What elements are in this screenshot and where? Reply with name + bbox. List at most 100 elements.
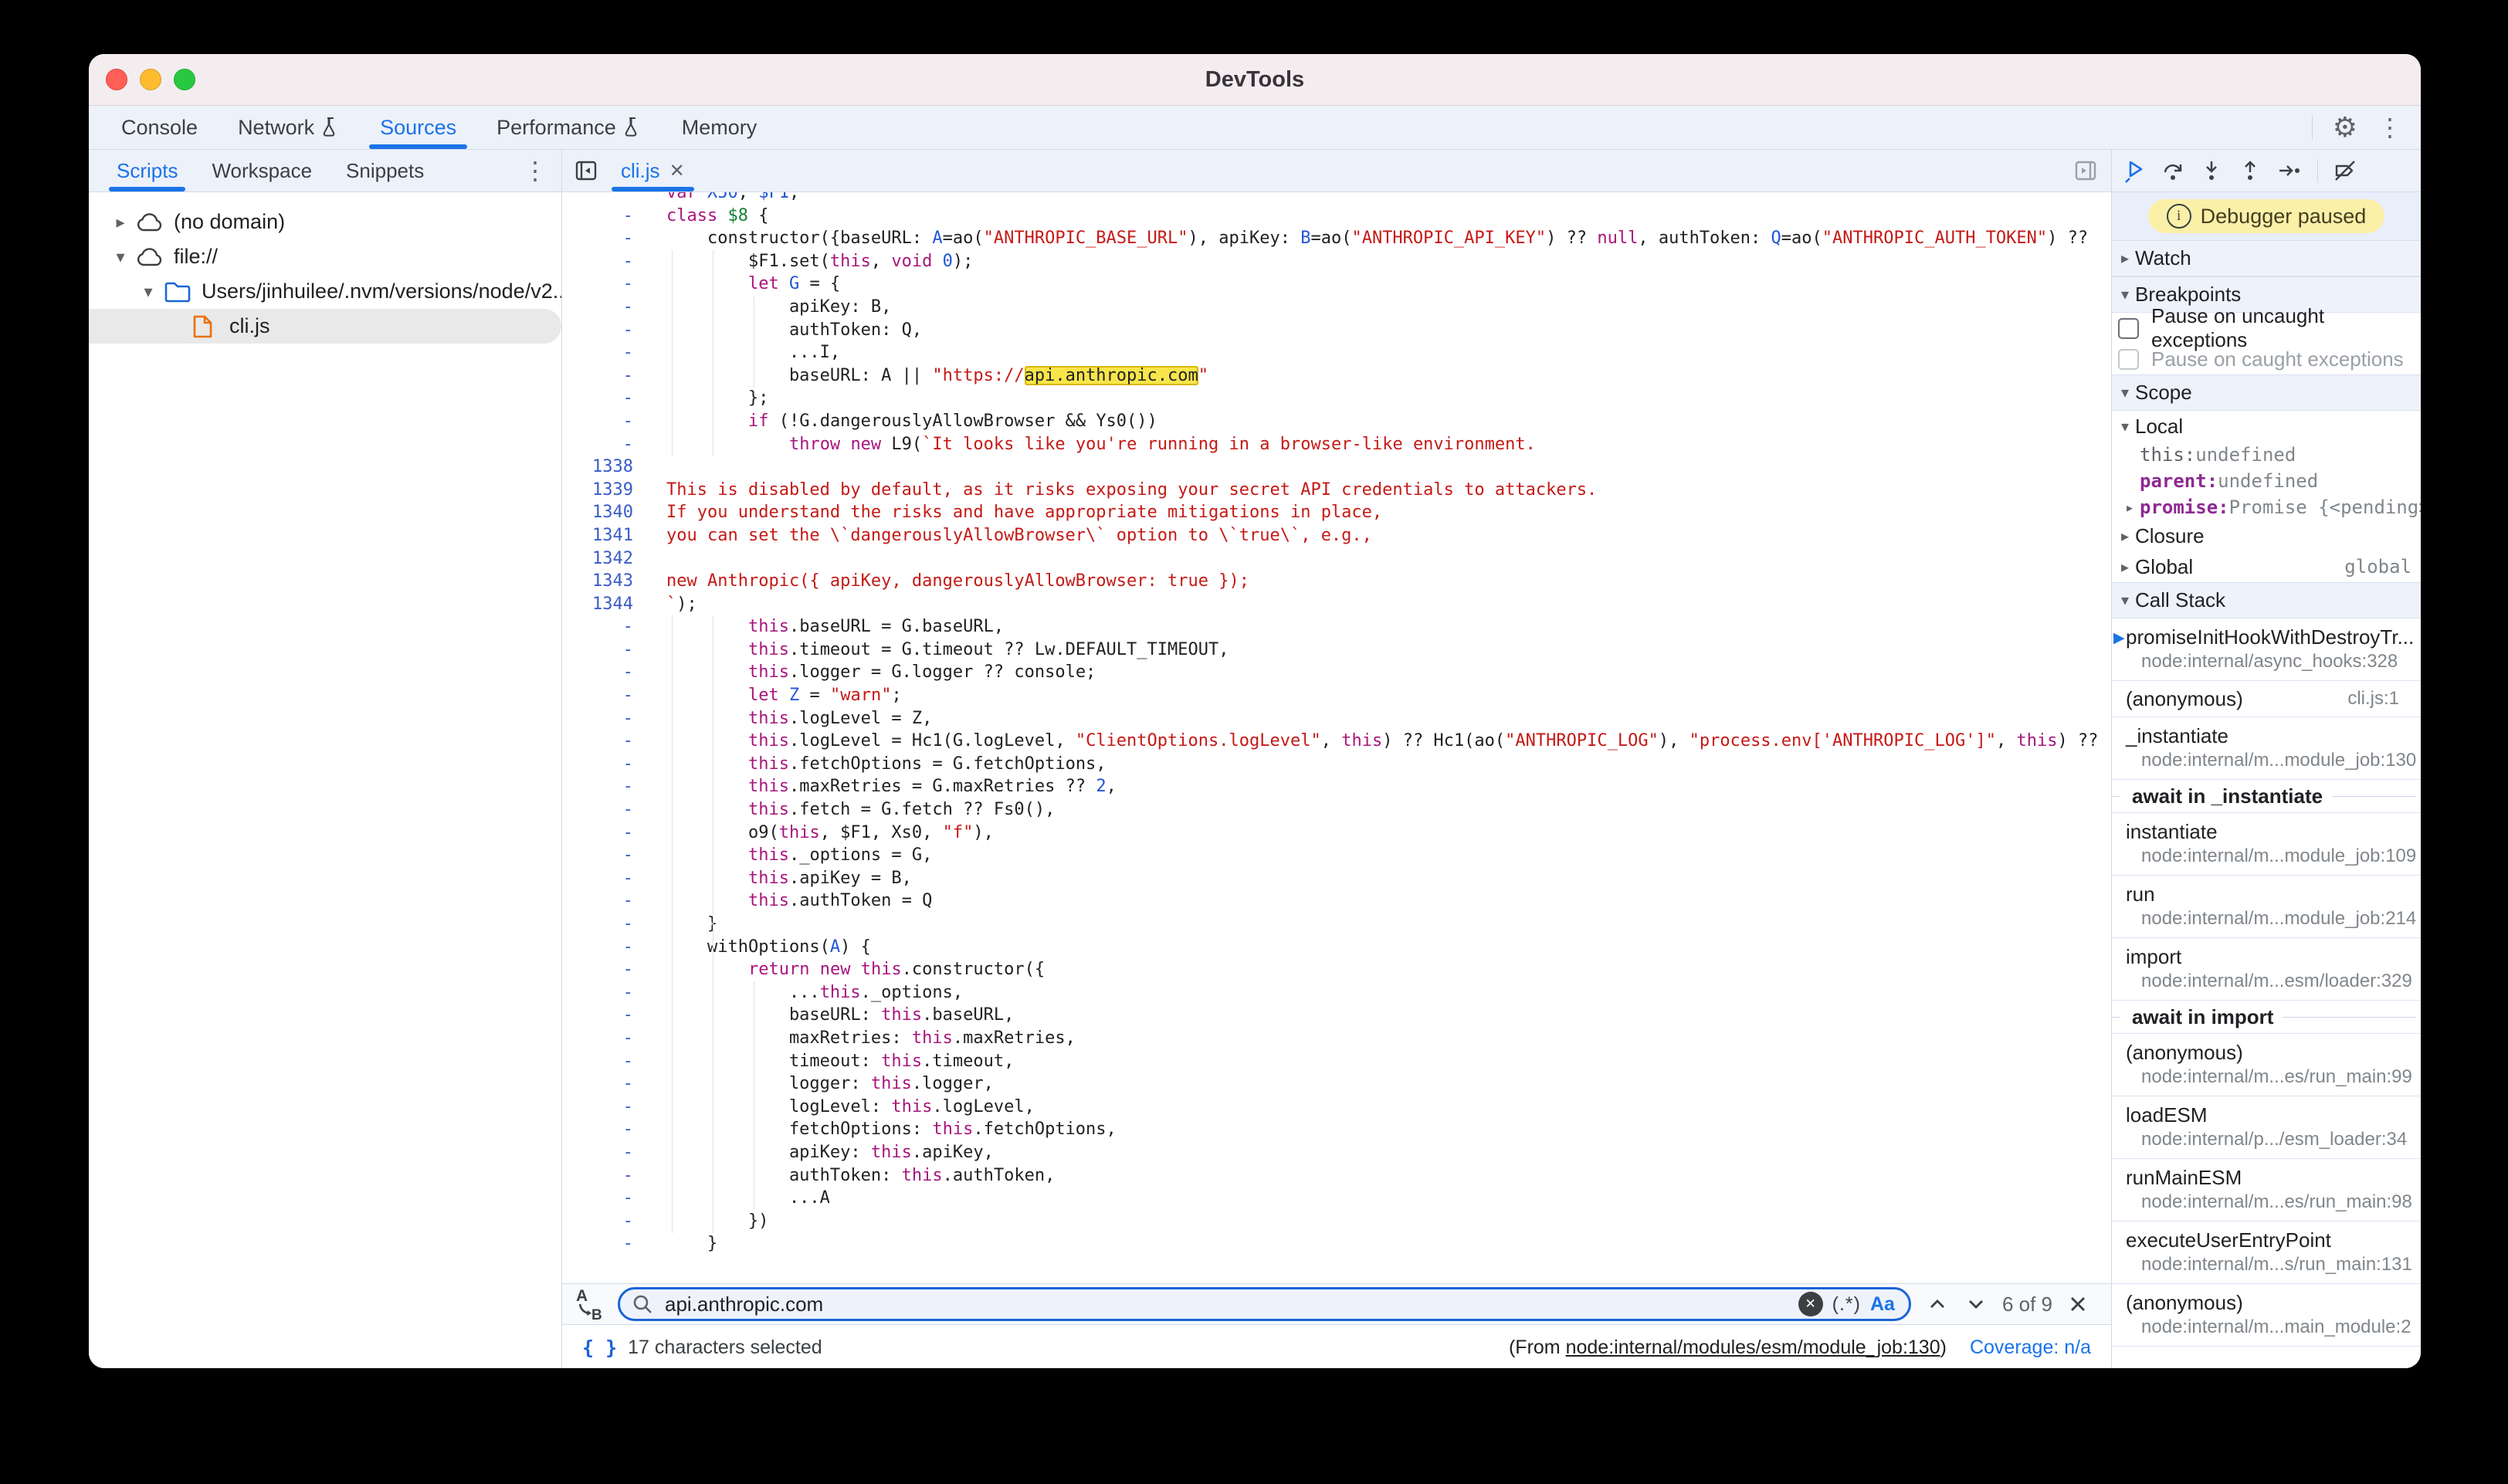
- line-gutter[interactable]: -: [562, 341, 653, 364]
- line-gutter[interactable]: -: [562, 822, 653, 845]
- disclosure-arrow-icon[interactable]: [109, 212, 132, 232]
- code-line[interactable]: - ...this._options,: [562, 981, 2111, 1005]
- line-gutter[interactable]: -: [562, 981, 653, 1005]
- line-gutter[interactable]: -: [562, 1164, 653, 1188]
- code-line[interactable]: - fetchOptions: this.fetchOptions,: [562, 1118, 2111, 1141]
- disclosure-arrow-icon[interactable]: [2115, 285, 2135, 304]
- line-gutter[interactable]: -: [562, 1232, 653, 1255]
- code-line[interactable]: - maxRetries: this.maxRetries,: [562, 1027, 2111, 1050]
- origin-link[interactable]: node:internal/modules/esm/module_job:130: [1566, 1337, 1940, 1358]
- line-gutter[interactable]: 1341: [562, 524, 653, 547]
- code-line[interactable]: - this.baseURL = G.baseURL,: [562, 615, 2111, 639]
- code-line[interactable]: - }: [562, 1232, 2111, 1255]
- match-case-toggle[interactable]: Aa: [1870, 1293, 1898, 1316]
- checkbox[interactable]: [2118, 318, 2139, 339]
- line-gutter[interactable]: 1339: [562, 479, 653, 502]
- breakpoint-option-row[interactable]: Pause on caught exceptions: [2112, 344, 2421, 374]
- pretty-print-icon[interactable]: { }: [582, 1337, 617, 1359]
- call-stack-item[interactable]: ▶ await in _instantiate: [2112, 780, 2421, 813]
- code-line[interactable]: - }: [562, 913, 2111, 936]
- code-line[interactable]: - authToken: Q,: [562, 319, 2111, 342]
- navigator-tab[interactable]: Snippets: [329, 150, 441, 191]
- dock-navigator-icon[interactable]: [573, 158, 599, 184]
- line-gutter[interactable]: -: [562, 775, 653, 798]
- code-line[interactable]: - baseURL: this.baseURL,: [562, 1004, 2111, 1027]
- disclosure-arrow-icon[interactable]: [2115, 527, 2135, 546]
- code-line[interactable]: - this.apiKey = B,: [562, 867, 2111, 890]
- file-tree-row[interactable]: cli.js: [89, 309, 561, 344]
- line-gutter[interactable]: -: [562, 205, 653, 228]
- file-tab-cli-js[interactable]: cli.js ✕: [607, 150, 699, 191]
- code-line[interactable]: - let G = {: [562, 273, 2111, 296]
- section-call-stack[interactable]: Call Stack: [2112, 582, 2421, 618]
- call-stack-item[interactable]: ▶ (anonymous) node:internal/m...main_mod…: [2112, 1284, 2421, 1347]
- code-line[interactable]: - withOptions(A) {: [562, 936, 2111, 959]
- scope-row[interactable]: Local: [2112, 411, 2421, 442]
- section-watch[interactable]: Watch: [2112, 240, 2421, 276]
- code-line[interactable]: - if (!G.dangerouslyAllowBrowser && Ys0(…: [562, 410, 2111, 433]
- panel-tab[interactable]: Memory: [662, 106, 778, 149]
- deactivate-breakpoints-icon[interactable]: [2333, 159, 2357, 182]
- code-line[interactable]: var X50, $F1;: [562, 192, 2111, 205]
- code-line[interactable]: - this.logLevel = Z,: [562, 707, 2111, 730]
- code-line[interactable]: - apiKey: this.apiKey,: [562, 1141, 2111, 1164]
- search-input[interactable]: [663, 1292, 1789, 1317]
- call-stack-item[interactable]: ▶ promiseInitHookWithDestroyTr... node:i…: [2112, 618, 2421, 681]
- code-line[interactable]: 1338: [562, 456, 2111, 479]
- code-line[interactable]: - this.maxRetries = G.maxRetries ?? 2,: [562, 775, 2111, 798]
- panel-tab[interactable]: Performance: [476, 106, 662, 149]
- disclosure-arrow-icon[interactable]: [109, 247, 132, 267]
- line-gutter[interactable]: -: [562, 844, 653, 867]
- line-gutter[interactable]: -: [562, 1141, 653, 1164]
- line-gutter[interactable]: -: [562, 958, 653, 981]
- checkbox[interactable]: [2118, 349, 2139, 370]
- line-gutter[interactable]: 1340: [562, 501, 653, 524]
- line-gutter[interactable]: -: [562, 936, 653, 959]
- step-icon[interactable]: [2277, 159, 2302, 182]
- line-gutter[interactable]: -: [562, 889, 653, 913]
- line-gutter[interactable]: -: [562, 1027, 653, 1050]
- call-stack-item[interactable]: ▶ (anonymous) node:internal/m...es/run_m…: [2112, 1034, 2421, 1096]
- line-gutter[interactable]: -: [562, 1187, 653, 1210]
- panel-tab[interactable]: Sources: [360, 106, 476, 149]
- line-gutter[interactable]: 1344: [562, 593, 653, 616]
- code-line[interactable]: - logLevel: this.logLevel,: [562, 1096, 2111, 1119]
- panel-tab[interactable]: Network: [218, 106, 360, 149]
- code-line[interactable]: - class $8 {: [562, 205, 2111, 228]
- file-tree-row[interactable]: (no domain): [89, 205, 561, 239]
- line-gutter[interactable]: -: [562, 798, 653, 822]
- disclosure-arrow-icon[interactable]: [2115, 417, 2135, 436]
- coverage-link[interactable]: Coverage: n/a: [1970, 1337, 2091, 1359]
- resume-script-icon[interactable]: [2123, 158, 2146, 183]
- code-line[interactable]: - constructor({baseURL: A=ao("ANTHROPIC_…: [562, 227, 2111, 250]
- line-gutter[interactable]: -: [562, 1072, 653, 1096]
- line-gutter[interactable]: -: [562, 410, 653, 433]
- line-gutter[interactable]: -: [562, 1210, 653, 1233]
- call-stack-item[interactable]: ▶ executeUserEntryPoint node:internal/m.…: [2112, 1221, 2421, 1284]
- line-gutter[interactable]: -: [562, 730, 653, 753]
- code-line[interactable]: - apiKey: B,: [562, 296, 2111, 319]
- disclosure-arrow-icon[interactable]: [2115, 249, 2135, 268]
- code-line[interactable]: - this._options = G,: [562, 844, 2111, 867]
- call-stack-item[interactable]: ▶ _instantiate node:internal/m...module_…: [2112, 717, 2421, 780]
- breakpoint-option-row[interactable]: Pause on uncaught exceptions: [2112, 313, 2421, 344]
- line-gutter[interactable]: 1338: [562, 456, 653, 479]
- scope-row[interactable]: Global global: [2112, 551, 2421, 582]
- disclosure-arrow-icon[interactable]: [2115, 383, 2135, 402]
- close-tab-icon[interactable]: ✕: [669, 160, 685, 182]
- file-tree-row[interactable]: file://: [89, 239, 561, 274]
- step-out-icon[interactable]: [2239, 159, 2262, 182]
- call-stack-item[interactable]: ▶ instantiate node:internal/m...module_j…: [2112, 813, 2421, 876]
- call-stack-item[interactable]: ▶ run node:internal/m...module_job:214: [2112, 876, 2421, 938]
- code-line[interactable]: - let Z = "warn";: [562, 684, 2111, 707]
- code-line[interactable]: - throw new L9(`It looks like you're run…: [562, 433, 2111, 456]
- code-line[interactable]: - };: [562, 387, 2111, 410]
- code-line[interactable]: - this.fetchOptions = G.fetchOptions,: [562, 753, 2111, 776]
- line-gutter[interactable]: 1343: [562, 570, 653, 593]
- panel-tab[interactable]: Console: [101, 106, 218, 149]
- line-gutter[interactable]: [562, 192, 653, 205]
- call-stack-item[interactable]: ▶ (anonymous) cli.js:1: [2112, 681, 2421, 717]
- navigator-tab[interactable]: Workspace: [195, 150, 329, 191]
- code-line[interactable]: - this.logLevel = Hc1(G.logLevel, "Clien…: [562, 730, 2111, 753]
- line-gutter[interactable]: -: [562, 273, 653, 296]
